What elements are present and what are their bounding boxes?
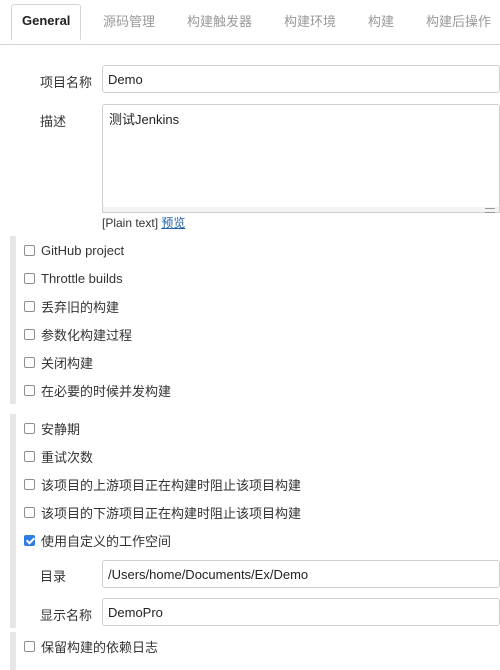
option-block-downstream[interactable]: 该项目的下游项目正在构建时阻止该项目构建 [24,502,301,522]
checkbox[interactable] [24,328,35,340]
checkbox[interactable] [24,244,35,256]
tab-build-environment[interactable]: 构建环境 [284,6,336,44]
markup-hint: [Plain text] 预览 [102,214,185,231]
project-name-field[interactable] [102,65,500,93]
grip-icon [485,208,495,213]
option-retry-count[interactable]: 重试次数 [24,446,93,466]
option-label: 在必要的时候并发构建 [41,383,172,399]
project-name-label: 项目名称 [40,75,93,90]
option-label: Throttle builds [41,270,123,286]
group-bar [10,414,16,628]
group-bar [10,632,16,670]
checkbox[interactable] [24,356,35,368]
tab-source-code[interactable]: 源码管理 [103,6,155,44]
checkbox[interactable] [24,422,35,434]
directory-label: 目录 [40,569,67,584]
tab-post-build[interactable]: 构建后操作 [426,6,491,44]
option-discard-old-builds[interactable]: 丢弃旧的构建 [24,296,119,316]
group-bar [10,236,16,404]
checkbox[interactable] [24,478,35,490]
description-field[interactable]: 测试Jenkins [102,104,500,208]
tab-build-triggers[interactable]: 构建触发器 [187,6,252,44]
option-quiet-period[interactable]: 安静期 [24,418,80,438]
option-label: GitHub project [41,242,125,258]
directory-field[interactable] [102,560,500,588]
checkbox-checked[interactable] [24,534,35,546]
option-throttle-builds[interactable]: Throttle builds [24,268,123,288]
checkbox[interactable] [24,640,35,652]
option-parameterized-build[interactable]: 参数化构建过程 [24,324,132,344]
checkbox[interactable] [24,450,35,462]
option-label: 重试次数 [41,449,94,465]
display-name-label: 显示名称 [40,608,93,623]
option-disable-build[interactable]: 关闭构建 [24,352,93,372]
option-label: 使用自定义的工作空间 [41,533,172,549]
tab-build[interactable]: 构建 [368,6,394,44]
option-label: 该项目的上游项目正在构建时阻止该项目构建 [41,477,302,493]
option-block-upstream[interactable]: 该项目的上游项目正在构建时阻止该项目构建 [24,474,301,494]
checkbox[interactable] [24,384,35,396]
option-github-project[interactable]: GitHub project [24,240,124,260]
tab-bar: General 源码管理 构建触发器 构建环境 构建 构建后操作 [0,0,500,45]
checkbox[interactable] [24,300,35,312]
checkbox[interactable] [24,272,35,284]
description-resize-handle[interactable] [102,207,500,213]
option-label: 丢弃旧的构建 [41,299,120,315]
option-custom-workspace[interactable]: 使用自定义的工作空间 [24,530,171,550]
plain-text-label: [Plain text] [102,216,159,230]
option-label: 安静期 [41,421,81,437]
option-label: 该项目的下游项目正在构建时阻止该项目构建 [41,505,302,521]
checkbox[interactable] [24,506,35,518]
option-keep-dependency-logs[interactable]: 保留构建的依赖日志 [24,636,158,656]
option-label: 关闭构建 [41,355,94,371]
display-name-field[interactable] [102,598,500,626]
option-label: 保留构建的依赖日志 [41,639,159,655]
preview-link[interactable]: 预览 [161,216,185,230]
description-label: 描述 [40,114,67,129]
option-label: 参数化构建过程 [41,327,133,343]
tab-general[interactable]: General [11,4,81,41]
option-concurrent-builds[interactable]: 在必要的时候并发构建 [24,380,171,400]
